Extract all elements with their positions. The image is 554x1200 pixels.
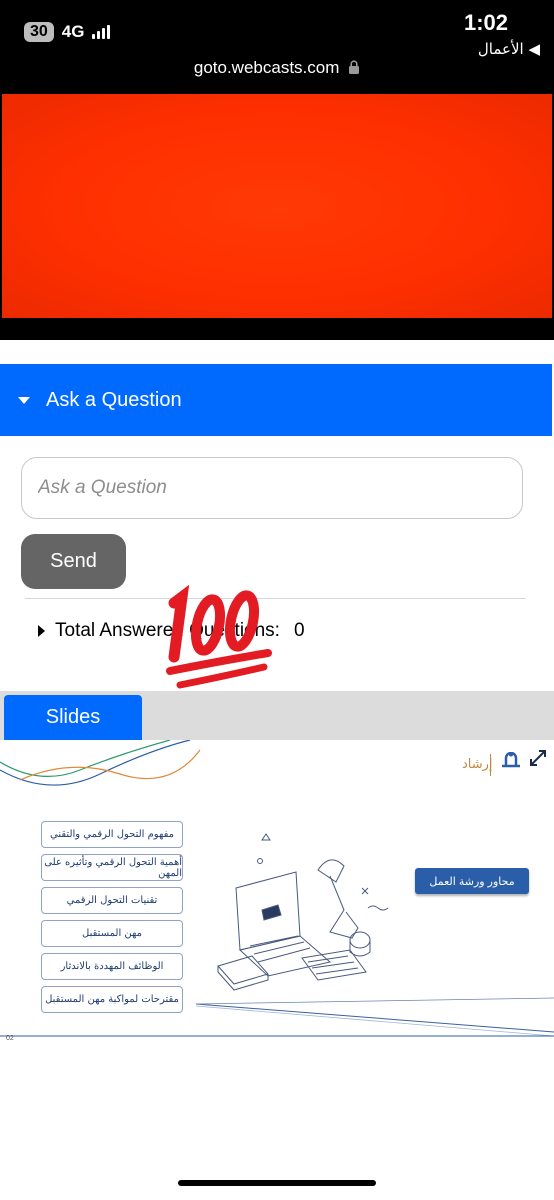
status-bar: 30 4G 1:02 ◀ الأعمال goto.webcasts.com <box>0 0 554 94</box>
ask-question-title: Ask a Question <box>46 388 182 411</box>
network-type: 4G <box>61 22 85 41</box>
home-indicator[interactable] <box>178 1180 376 1186</box>
slide-view: إرشاد مفهوم التحول الرقمي والتقني أهمية … <box>0 740 554 1052</box>
clock: 1:02 <box>463 10 508 35</box>
send-button[interactable]: Send <box>21 534 126 589</box>
slide-topic-5: الوظائف المهددة بالاندثار <box>41 953 183 980</box>
battery-indicator: 30 <box>24 22 54 42</box>
answered-count: 0 <box>293 620 305 641</box>
brand-name: إرشاد <box>462 756 493 771</box>
tab-slides[interactable]: Slides <box>4 695 142 740</box>
video-spacer <box>0 340 554 364</box>
video-frame <box>2 94 552 318</box>
slide-topic-3: تقنيات التحول الرقمي <box>41 887 183 914</box>
slide-page-number: 02 <box>6 1035 14 1042</box>
slide-heading: محاور ورشة العمل <box>415 868 529 894</box>
brand-logo <box>502 752 520 768</box>
caret-right-icon <box>38 625 45 637</box>
slide-topic-6: مقترحات لمواكبة مهن المستقبل <box>41 986 183 1013</box>
url-text: goto.webcasts.com <box>193 58 340 77</box>
back-to-app-link[interactable]: ◀ الأعمال <box>478 40 540 58</box>
url-bar[interactable]: goto.webcasts.com <box>0 58 554 78</box>
lock-icon <box>349 60 360 74</box>
hundred-points-emoji <box>166 584 272 689</box>
question-input[interactable] <box>21 457 523 519</box>
brand-separator <box>490 754 491 776</box>
slide-topic-4: مهن المستقبل <box>41 920 183 947</box>
slide-topic-1: مفهوم التحول الرقمي والتقني <box>41 821 183 848</box>
video-player[interactable] <box>0 94 554 340</box>
status-left: 30 4G <box>24 22 111 42</box>
slide-topic-2: أهمية التحول الرقمي وتأثيره على المهن <box>41 854 183 881</box>
ask-question-header[interactable]: Ask a Question <box>0 364 552 436</box>
expand-icon[interactable] <box>528 748 548 768</box>
signal-icon <box>92 25 111 39</box>
caret-down-icon <box>18 396 30 404</box>
